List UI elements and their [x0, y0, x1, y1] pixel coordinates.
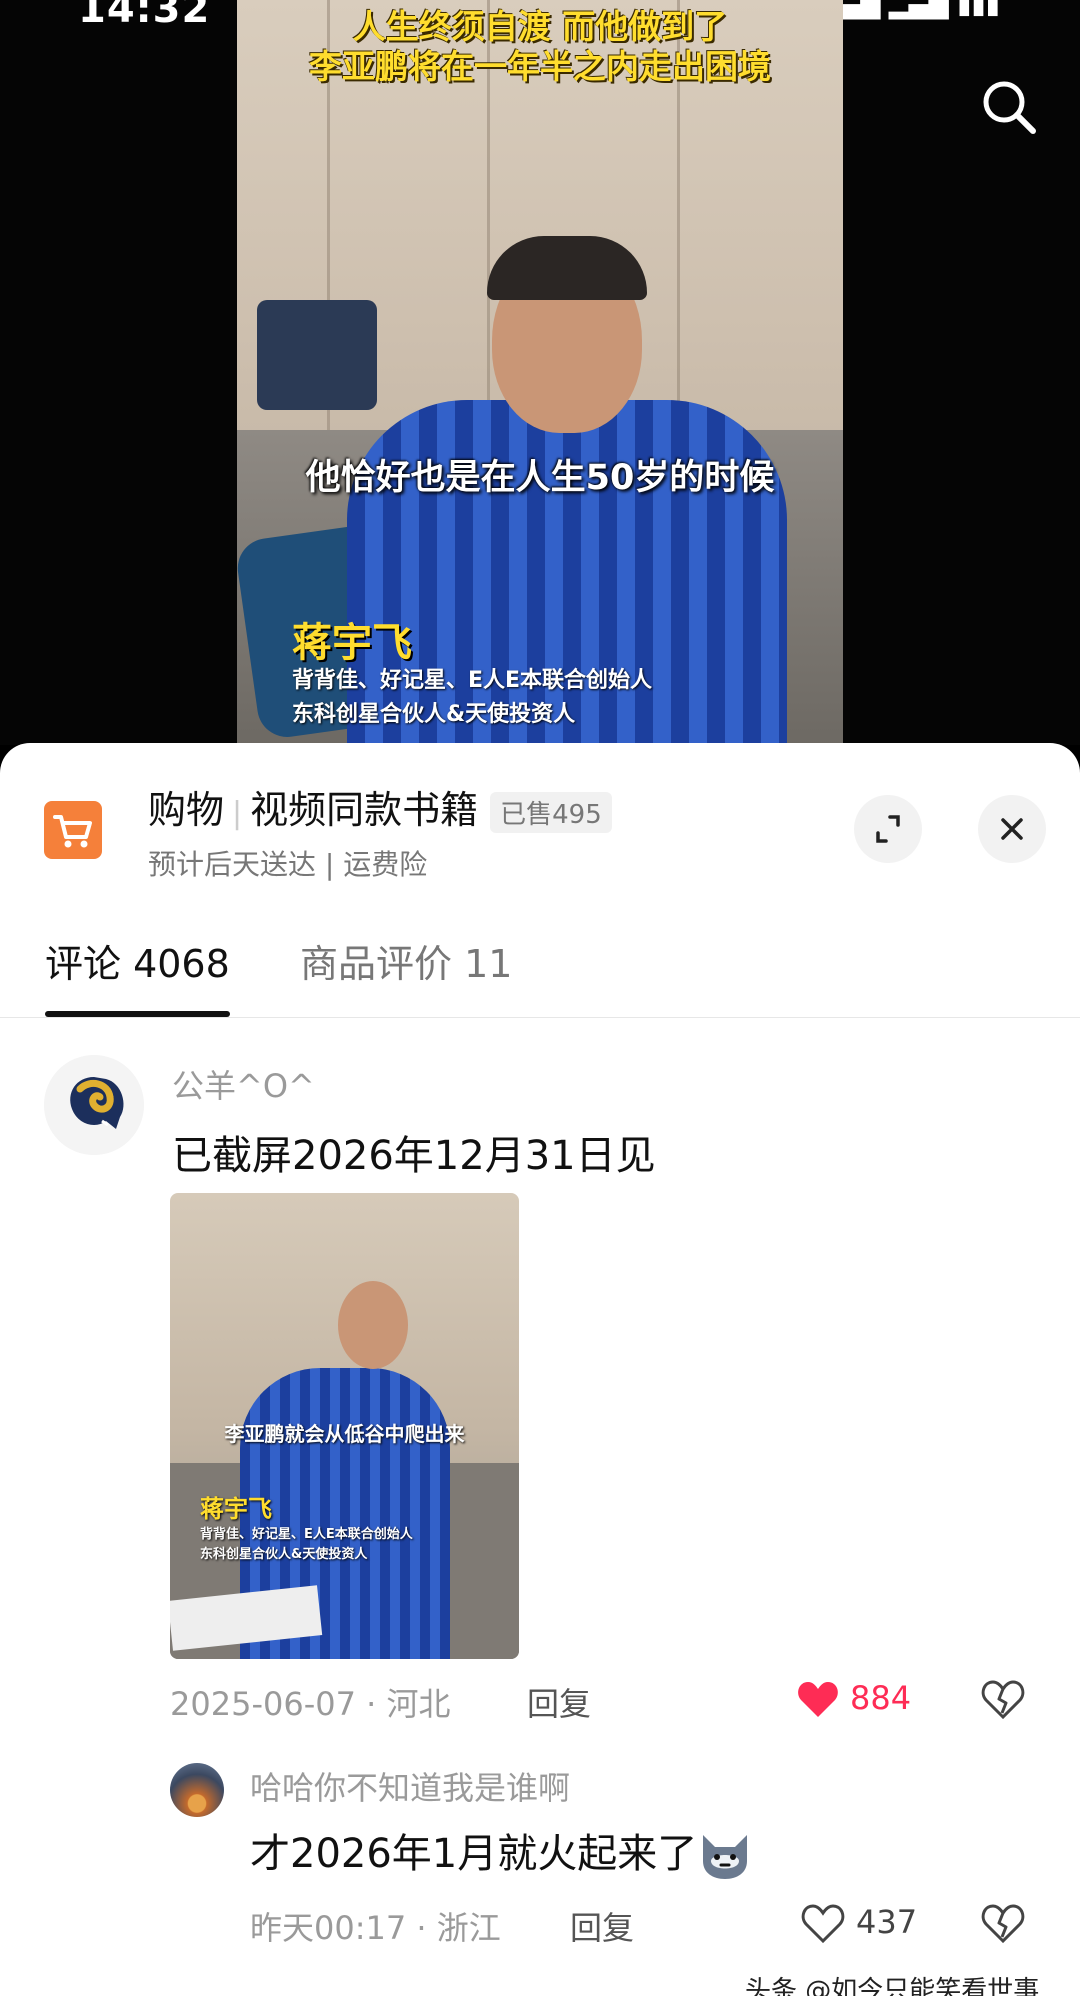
golf-bag — [257, 300, 377, 410]
shop-category: 购物 — [148, 788, 225, 832]
thumb-speaker-title-2: 东科创星合伙人&天使投资人 — [200, 1547, 368, 1562]
watermark: 头条 @如今只能笑看世事 — [745, 1976, 1040, 1996]
like-count: 437 — [856, 1903, 918, 1941]
thumb-person-head — [338, 1281, 408, 1369]
shop-product-title: 视频同款书籍 — [250, 788, 479, 832]
wolf-emoji-icon — [697, 1831, 753, 1881]
reply-button[interactable]: 回复 — [570, 1903, 634, 1949]
comment-image[interactable]: 李亚鹏就会从低谷中爬出来 蒋宇飞 背背佳、好记星、E人E本联合创始人 东科创星合… — [170, 1193, 519, 1659]
comment-date: 昨天00:17 — [250, 1909, 407, 1947]
comment-meta: 2025-06-07 · 河北 — [170, 1685, 451, 1723]
speaker-title-1: 背背佳、好记星、E人E本联合创始人 — [292, 668, 653, 693]
comment-location: 河北 — [386, 1685, 451, 1723]
sold-badge: 已售495 — [490, 792, 612, 833]
comment-location: 浙江 — [436, 1909, 501, 1947]
divider: | — [232, 796, 243, 831]
comment-date: 2025-06-07 — [170, 1685, 356, 1723]
heart-icon[interactable] — [800, 1901, 846, 1947]
comment-tabs: 评论 4068 商品评价 11 — [0, 933, 1080, 1018]
comment-meta: 昨天00:17 · 浙江 — [250, 1909, 501, 1947]
heart-icon[interactable] — [795, 1677, 841, 1723]
close-button[interactable] — [978, 795, 1046, 863]
thumb-speaker-name: 蒋宇飞 — [200, 1495, 272, 1523]
search-icon[interactable] — [980, 78, 1038, 136]
comment-text: 才2026年1月就火起来了 — [250, 1821, 753, 1881]
reply-button[interactable]: 回复 — [527, 1679, 591, 1725]
speaker-title-2: 东科创星合伙人&天使投资人 — [292, 702, 576, 727]
like-count: 884 — [850, 1679, 912, 1717]
video-frame: 人生终须自渡 而他做到了 李亚鹏将在一年半之内走出困境 他恰好也是在人生50岁的… — [237, 0, 843, 745]
tab-product-reviews[interactable]: 商品评价 11 — [300, 933, 512, 988]
comment-text: 已截屏2026年12月31日见 — [172, 1133, 656, 1179]
speaker-name: 蒋宇飞 — [292, 620, 412, 666]
tab-comments[interactable]: 评论 4068 — [45, 933, 230, 988]
avatar[interactable] — [44, 1055, 144, 1155]
active-tab-indicator — [45, 1011, 230, 1017]
thumb-speaker-title-1: 背背佳、好记星、E人E本联合创始人 — [200, 1527, 413, 1542]
avatar[interactable] — [170, 1763, 224, 1817]
status-icons: ▂▄▆ ▂▄▆ ▮▮▮ — [820, 0, 1000, 20]
comment-sheet: 购物 | 视频同款书籍 已售495 预计后天送达 | 运费险 评论 4068 商品评价… — [0, 743, 1080, 1996]
shop-delivery-info: 预计后天送达 | 运费险 — [148, 848, 428, 881]
shop-title-row[interactable]: 购物 | 视频同款书籍 已售495 — [148, 779, 612, 834]
video-caption-subtitle: 他恰好也是在人生50岁的时候 — [305, 458, 775, 498]
thumb-caption: 李亚鹏就会从低谷中爬出来 — [224, 1422, 465, 1446]
dislike-icon[interactable] — [980, 1901, 1026, 1947]
video-player[interactable]: 14:32 ▂▄▆ ▂▄▆ ▮▮▮ 人生终须自渡 而他做到了 李亚鹏将在一年半之… — [0, 0, 1080, 745]
expand-icon — [876, 815, 900, 843]
comment-username[interactable]: 公羊^O^ — [172, 1061, 315, 1107]
close-icon — [1001, 818, 1023, 840]
person-hair — [487, 236, 647, 300]
expand-button[interactable] — [854, 795, 922, 863]
comment-text-content: 才2026年1月就火起来了 — [250, 1831, 698, 1877]
video-caption-top-2: 李亚鹏将在一年半之内走出困境 — [309, 47, 771, 86]
cart-icon[interactable] — [44, 801, 102, 859]
dislike-icon[interactable] — [980, 1677, 1026, 1723]
status-time: 14:32 — [78, 0, 211, 32]
comment-username[interactable]: 哈哈你不知道我是谁啊 — [250, 1763, 570, 1809]
